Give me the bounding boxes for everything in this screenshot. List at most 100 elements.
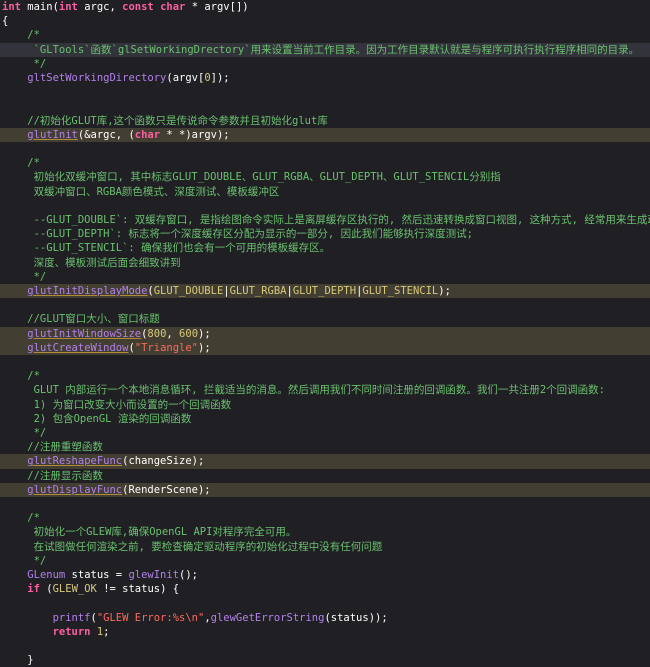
code-token: //注册显示函数 bbox=[2, 469, 103, 482]
code-line[interactable]: gltSetWorkingDirectory(argv[0]); bbox=[0, 71, 650, 85]
code-line[interactable] bbox=[0, 596, 650, 610]
code-token: --GLUT_STENCIL`: 确保我们也会有一个可用的模板缓存区。 bbox=[2, 242, 331, 255]
code-token: --GLUT_DOUBLE`: 双缓存窗口, 是指绘图命令实际上是离屏缓存区执行… bbox=[2, 214, 650, 226]
code-line[interactable]: */ bbox=[0, 426, 650, 440]
code-line[interactable]: GLenum status = glewInit(); bbox=[0, 568, 650, 582]
code-line[interactable]: glutReshapeFunc(changeSize); bbox=[0, 454, 650, 469]
code-line[interactable] bbox=[0, 142, 650, 156]
code-line[interactable]: 深度、模板测试后面会细致讲到 bbox=[0, 256, 650, 270]
code-token: ; bbox=[103, 625, 110, 638]
code-token: 600 bbox=[179, 327, 199, 340]
code-token: argc, bbox=[77, 1, 123, 13]
code-line[interactable]: GLUT 内部运行一个本地消息循环, 拦截适当的消息。然后调用我们不同时间注册的… bbox=[0, 383, 650, 397]
code-line[interactable] bbox=[0, 85, 650, 99]
code-editor[interactable]: int main(int argc, const char * argv[]){… bbox=[0, 0, 650, 666]
code-token: (status)); bbox=[324, 611, 388, 624]
code-line[interactable]: 初始化双缓冲窗口, 其中标志GLUT_DOUBLE、GLUT_RGBA、GLUT… bbox=[0, 170, 650, 184]
code-line[interactable]: } bbox=[0, 653, 650, 667]
code-token: glutCreateWindow bbox=[27, 341, 129, 354]
code-line[interactable]: { bbox=[0, 14, 650, 28]
code-line[interactable]: if (GLEW_OK != status) { bbox=[0, 582, 650, 596]
code-token: /* bbox=[2, 512, 40, 525]
code-line[interactable]: int main(int argc, const char * argv[]) bbox=[0, 0, 650, 14]
code-token: (&argc, ( bbox=[77, 128, 135, 141]
code-line[interactable]: */ bbox=[0, 57, 650, 71]
code-token: */ bbox=[2, 270, 47, 283]
code-token: * argv[]) bbox=[185, 1, 249, 13]
code-token: ( bbox=[39, 583, 53, 596]
code-line[interactable]: return 1; bbox=[0, 625, 650, 639]
code-token: GLEW_OK bbox=[52, 583, 97, 596]
code-line[interactable]: --GLUT_DEPTH`: 标志将一个深度缓存区分配为显示的一部分, 因此我们… bbox=[0, 227, 650, 241]
code-line[interactable]: 双缓冲窗口、RGBA颜色模式、深度测试、模板缓冲区 bbox=[0, 185, 650, 199]
code-line[interactable]: glutInitWindowSize(800, 600); bbox=[0, 326, 650, 341]
code-token: 2) 包含OpenGL 渲染的回调函数 bbox=[2, 412, 192, 425]
code-token: */ bbox=[2, 57, 47, 70]
code-token: 在试图做任何渲染之前, 要检查确定驱动程序的初始化过程中没有任何问题 bbox=[2, 540, 383, 553]
code-line[interactable]: /* bbox=[0, 511, 650, 525]
code-token: glutInitWindowSize bbox=[27, 327, 142, 340]
code-token: (RenderScene); bbox=[122, 483, 211, 496]
code-token: ); bbox=[438, 285, 451, 297]
code-token: ); bbox=[198, 341, 211, 354]
code-line[interactable]: */ bbox=[0, 554, 650, 568]
code-token: 双缓冲窗口、RGBA颜色模式、深度测试、模板缓冲区 bbox=[2, 185, 280, 198]
code-token: 初始化双缓冲窗口, 其中标志GLUT_DOUBLE、GLUT_RGBA、GLUT… bbox=[2, 171, 501, 184]
code-token: return bbox=[52, 625, 91, 638]
code-token: status = bbox=[65, 569, 129, 581]
code-token: /* bbox=[2, 29, 40, 42]
code-line[interactable]: /* bbox=[0, 28, 650, 42]
code-token: const bbox=[122, 1, 154, 13]
code-token: (); bbox=[179, 569, 198, 581]
code-token: 1) 为窗口改变大小而设置的一个回调函数 bbox=[2, 398, 232, 411]
code-token: //GLUT窗口大小、窗口标题 bbox=[2, 313, 160, 326]
code-line[interactable]: 1) 为窗口改变大小而设置的一个回调函数 bbox=[0, 398, 650, 412]
code-token: if bbox=[27, 583, 40, 596]
code-token: "GLEW Error:%s\n" bbox=[96, 611, 205, 624]
code-token: */ bbox=[2, 554, 47, 567]
code-line[interactable]: glutDisplayFunc(RenderScene); bbox=[0, 482, 650, 497]
code-line[interactable] bbox=[0, 199, 650, 213]
code-line[interactable]: */ bbox=[0, 270, 650, 284]
code-token: glutInitDisplayMode bbox=[27, 285, 148, 297]
code-line[interactable]: //注册显示函数 bbox=[0, 469, 650, 483]
code-line[interactable]: --GLUT_STENCIL`: 确保我们也会有一个可用的模板缓存区。 bbox=[0, 241, 650, 255]
code-line[interactable] bbox=[0, 497, 650, 511]
code-line[interactable]: 在试图做任何渲染之前, 要检查确定驱动程序的初始化过程中没有任何问题 bbox=[0, 540, 650, 554]
code-line[interactable] bbox=[0, 355, 650, 369]
code-token: } bbox=[2, 654, 34, 667]
code-token: GLUT_RGBA bbox=[229, 285, 287, 297]
code-line[interactable]: `GLTools`函数`glSetWorkingDrectory`用来设置当前工… bbox=[0, 42, 650, 57]
code-line[interactable] bbox=[0, 298, 650, 312]
code-line[interactable]: //初始化GLUT库,这个函数只是传说命令参数并且初始化glut库 bbox=[0, 114, 650, 128]
code-line[interactable]: --GLUT_DOUBLE`: 双缓存窗口, 是指绘图命令实际上是离屏缓存区执行… bbox=[0, 213, 650, 227]
code-line[interactable] bbox=[0, 639, 650, 653]
code-token: != status) { bbox=[96, 583, 180, 596]
code-line[interactable]: /* bbox=[0, 369, 650, 383]
code-token: char bbox=[134, 128, 161, 141]
code-line[interactable]: printf("GLEW Error:%s\n",glewGetErrorStr… bbox=[0, 611, 650, 625]
code-line[interactable] bbox=[0, 99, 650, 113]
code-token: int bbox=[2, 1, 21, 13]
code-line[interactable]: /* bbox=[0, 156, 650, 170]
code-token: /* bbox=[2, 370, 40, 383]
code-token: char bbox=[160, 1, 186, 13]
code-line[interactable]: glutCreateWindow("Triangle"); bbox=[0, 340, 650, 355]
code-line[interactable]: glutInitDisplayMode(GLUT_DOUBLE|GLUT_RGB… bbox=[0, 284, 650, 299]
code-line[interactable]: //GLUT窗口大小、窗口标题 bbox=[0, 312, 650, 326]
code-line[interactable]: //注册重塑函数 bbox=[0, 440, 650, 454]
code-line[interactable]: glutInit(&argc, (char * *)argv); bbox=[0, 127, 650, 142]
code-token: , bbox=[166, 327, 180, 340]
code-token: glewGetErrorString bbox=[210, 611, 325, 624]
code-token: { bbox=[2, 15, 9, 28]
code-token: 800 bbox=[147, 327, 167, 340]
code-token: int bbox=[58, 1, 78, 13]
code-line[interactable]: 2) 包含OpenGL 渲染的回调函数 bbox=[0, 412, 650, 426]
code-line[interactable]: 初始化一个GLEW库,确保OpenGL API对程序完全可用。 bbox=[0, 525, 650, 539]
